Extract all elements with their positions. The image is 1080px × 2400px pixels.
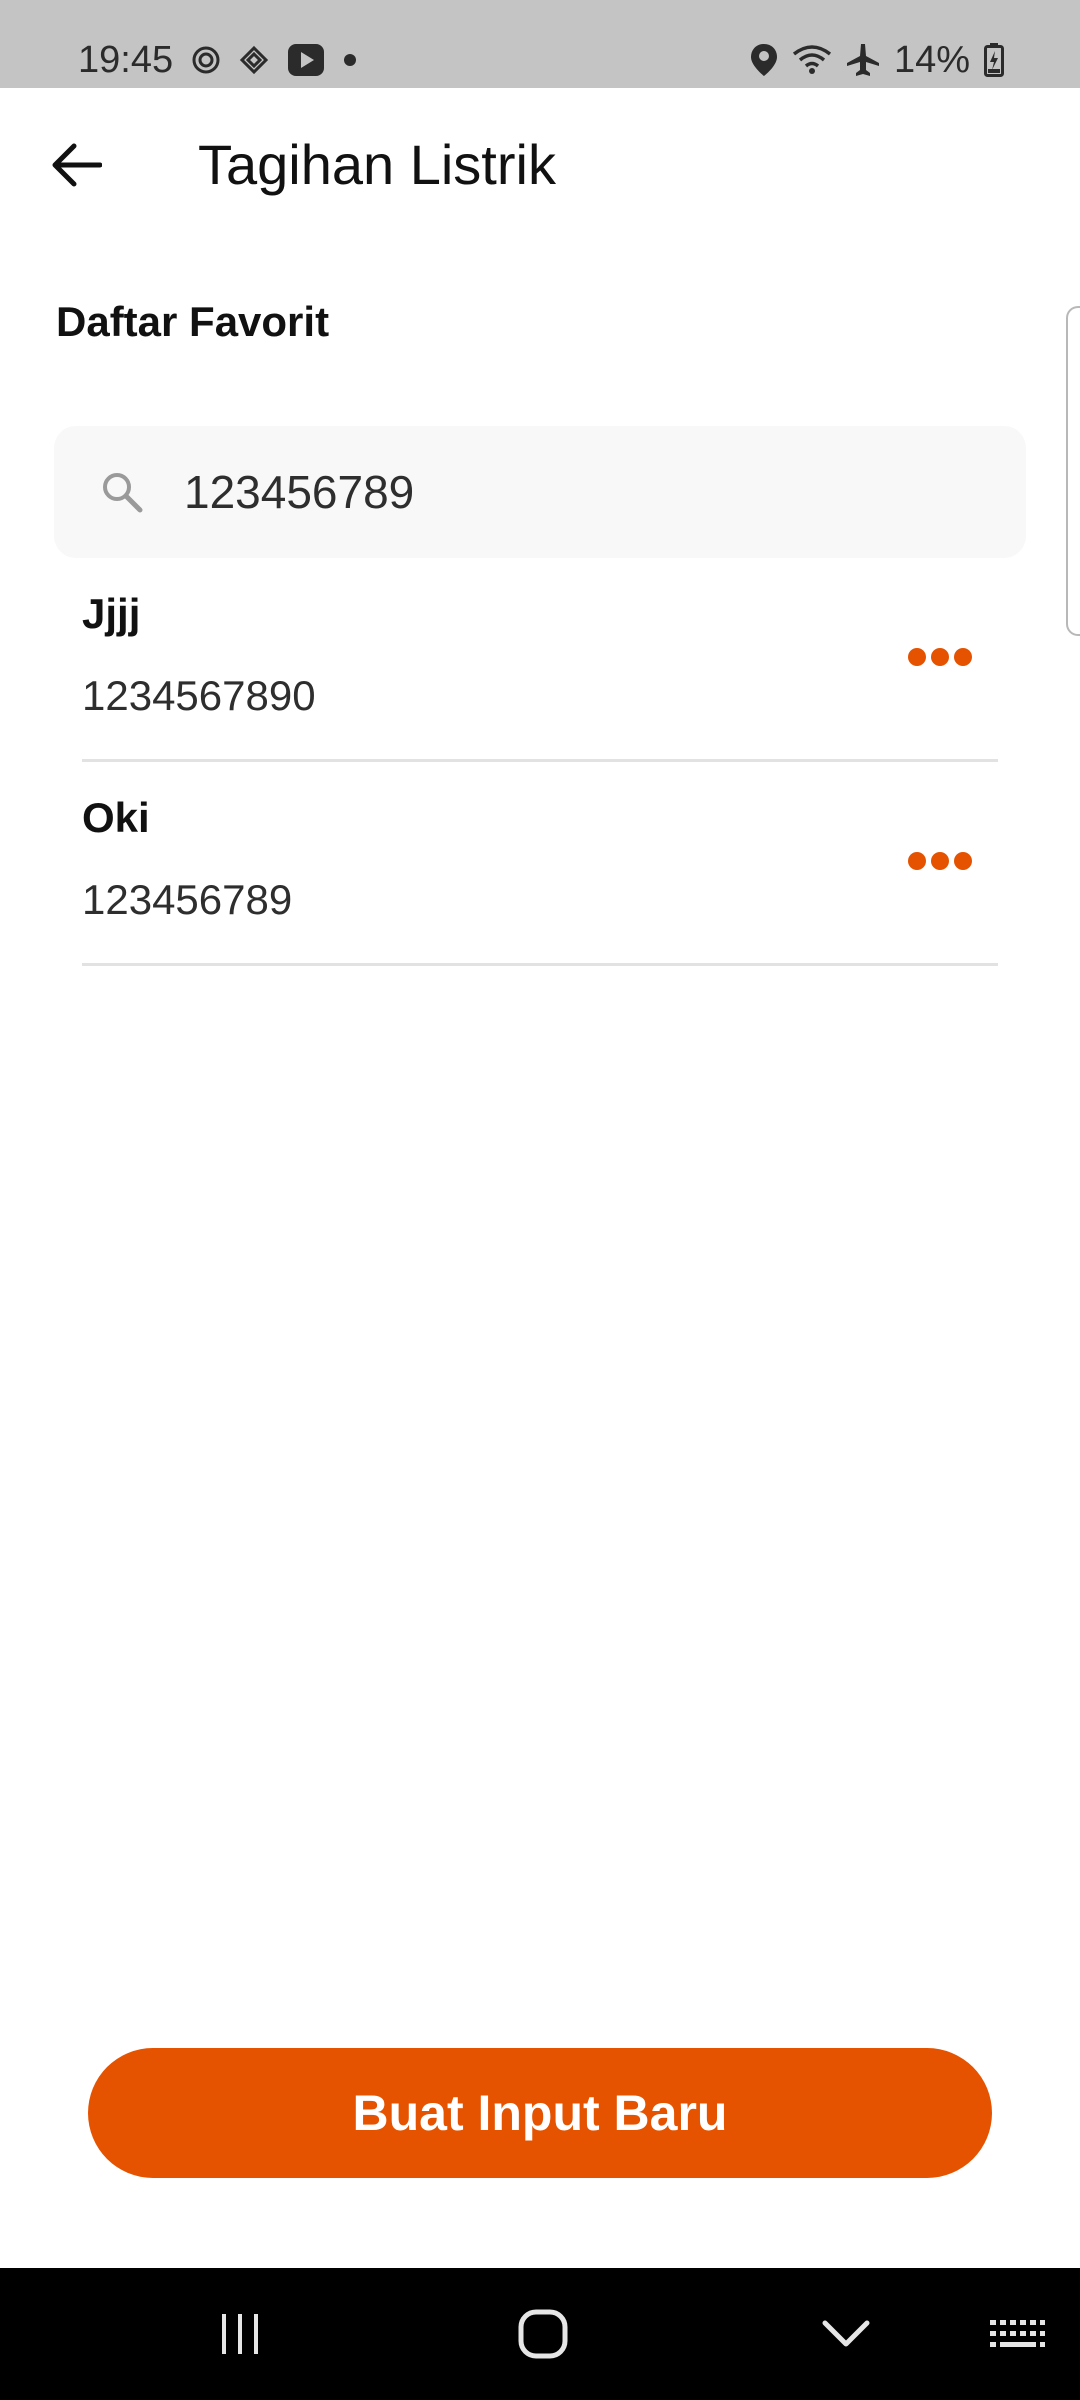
play-store-icon xyxy=(287,43,325,77)
search-icon xyxy=(103,473,143,513)
notification-dot-icon xyxy=(343,53,357,67)
favorite-name: Oki xyxy=(82,794,150,841)
search-input[interactable] xyxy=(184,452,984,532)
home-button[interactable] xyxy=(500,2268,586,2400)
keyboard-button[interactable] xyxy=(982,2268,1052,2400)
list-item[interactable]: Jjjj 1234567890 xyxy=(82,558,998,762)
sync-icon xyxy=(239,45,269,75)
search-box[interactable] xyxy=(54,426,1026,558)
scroll-indicator[interactable] xyxy=(1066,306,1080,636)
keyboard-icon xyxy=(990,2320,1045,2347)
location-icon xyxy=(750,43,778,77)
back-nav-button[interactable] xyxy=(806,2268,886,2400)
more-horizontal-icon xyxy=(908,852,972,870)
section-title: Daftar Favorit xyxy=(56,298,330,345)
create-new-input-button[interactable]: Buat Input Baru xyxy=(88,2048,992,2178)
app-bar: Tagihan Listrik xyxy=(0,88,1080,242)
list-item[interactable]: Oki 123456789 xyxy=(82,762,998,966)
favorite-number: 123456789 xyxy=(82,876,293,923)
navigation-bar xyxy=(0,2268,1080,2400)
page-title: Tagihan Listrik xyxy=(198,133,556,196)
recent-apps-button[interactable] xyxy=(200,2268,280,2400)
back-chevron-icon xyxy=(822,2320,870,2347)
back-button[interactable] xyxy=(40,128,114,202)
favorite-name: Jjjj xyxy=(82,590,141,637)
status-left: 19:45 xyxy=(78,36,357,84)
status-time: 19:45 xyxy=(78,39,174,81)
favorites-list: Jjjj 1234567890 Oki 123456789 xyxy=(82,558,998,966)
status-bar: 19:45 14% xyxy=(0,0,1080,88)
recent-apps-icon xyxy=(222,2314,258,2354)
status-right: 14% xyxy=(750,36,1004,84)
favorite-number: 1234567890 xyxy=(82,672,316,719)
more-horizontal-icon xyxy=(908,648,972,666)
home-icon xyxy=(518,2309,568,2359)
settings-badge-icon xyxy=(191,45,221,75)
arrow-left-icon xyxy=(52,143,102,187)
more-options-button[interactable] xyxy=(908,640,972,674)
battery-percent: 14% xyxy=(893,39,970,81)
more-options-button[interactable] xyxy=(908,844,972,878)
airplane-mode-icon xyxy=(846,43,880,77)
battery-icon xyxy=(984,43,1004,77)
wifi-icon xyxy=(792,44,832,76)
